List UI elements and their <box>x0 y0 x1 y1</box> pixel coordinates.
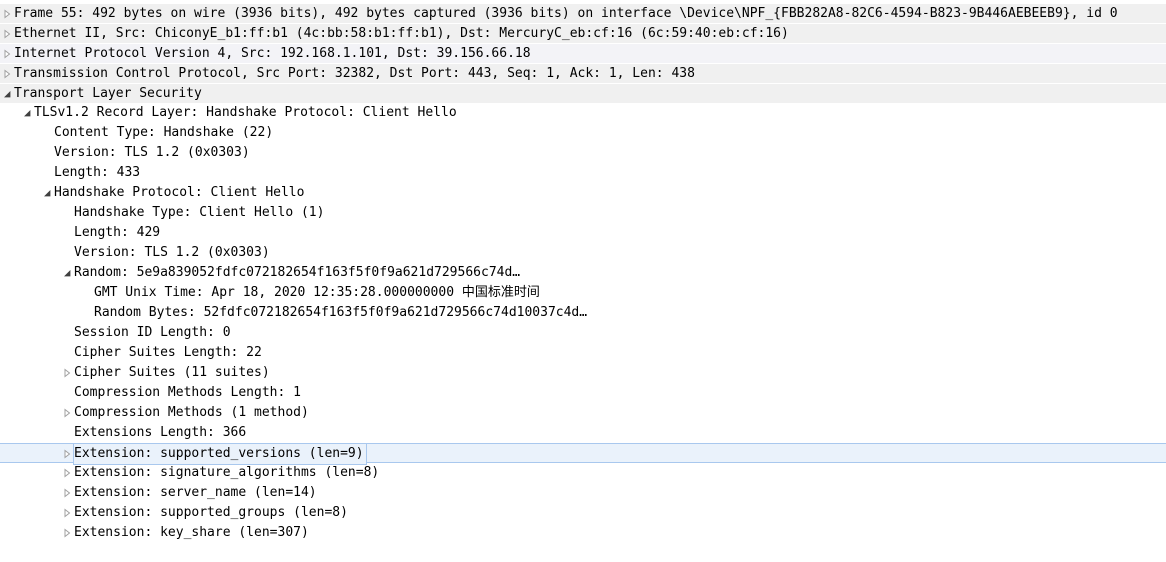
tree-row-label: Version: TLS 1.2 (0x0303) <box>74 245 270 260</box>
tree-row-label: Transmission Control Protocol, Src Port:… <box>14 66 695 81</box>
chevron-right-icon[interactable] <box>61 444 73 464</box>
chevron-down-icon[interactable] <box>1 84 13 104</box>
tree-row[interactable]: Internet Protocol Version 4, Src: 192.16… <box>0 43 1166 63</box>
tree-row[interactable]: Frame 55: 492 bytes on wire (3936 bits),… <box>0 3 1166 23</box>
tree-row[interactable]: Version: TLS 1.2 (0x0303) <box>0 243 1166 263</box>
tree-row[interactable]: Extension: server_name (len=14) <box>0 483 1166 503</box>
tree-row[interactable]: Version: TLS 1.2 (0x0303) <box>0 143 1166 163</box>
tree-row-label: Extensions Length: 366 <box>74 425 247 440</box>
tree-row-label: Extension: supported_groups (len=8) <box>74 505 348 520</box>
tree-row-label: Version: TLS 1.2 (0x0303) <box>54 145 250 160</box>
tree-row[interactable]: Extension: signature_algorithms (len=8) <box>0 463 1166 483</box>
tree-row[interactable]: Content Type: Handshake (22) <box>0 123 1166 143</box>
tree-row[interactable]: Extension: supported_groups (len=8) <box>0 503 1166 523</box>
tree-row-label: Content Type: Handshake (22) <box>54 125 274 140</box>
tree-row-label: Internet Protocol Version 4, Src: 192.16… <box>14 46 531 61</box>
tree-row[interactable]: Random: 5e9a839052fdfc072182654f163f5f0f… <box>0 263 1166 283</box>
tree-row[interactable]: Compression Methods (1 method) <box>0 403 1166 423</box>
tree-row-label: Transport Layer Security <box>14 86 202 101</box>
chevron-down-icon[interactable] <box>41 183 53 203</box>
tree-row[interactable]: Cipher Suites Length: 22 <box>0 343 1166 363</box>
chevron-right-icon[interactable] <box>1 44 13 64</box>
tree-row-label: Length: 429 <box>74 225 161 240</box>
chevron-right-icon[interactable] <box>61 403 73 423</box>
tree-row-label: Handshake Protocol: Client Hello <box>54 185 305 200</box>
tree-row-label: TLSv1.2 Record Layer: Handshake Protocol… <box>34 105 457 120</box>
tree-row-label: Cipher Suites Length: 22 <box>74 345 262 360</box>
tree-row[interactable]: Length: 429 <box>0 223 1166 243</box>
tree-row[interactable]: Length: 433 <box>0 163 1166 183</box>
tree-row[interactable]: Ethernet II, Src: ChiconyE_b1:ff:b1 (4c:… <box>0 23 1166 43</box>
tree-row[interactable]: Handshake Type: Client Hello (1) <box>0 203 1166 223</box>
chevron-right-icon[interactable] <box>61 363 73 383</box>
tree-row-label: Extension: signature_algorithms (len=8) <box>74 465 380 480</box>
tree-row[interactable]: Session ID Length: 0 <box>0 323 1166 343</box>
tree-row-label: Frame 55: 492 bytes on wire (3936 bits),… <box>14 6 1118 21</box>
tree-row[interactable]: Extensions Length: 366 <box>0 423 1166 443</box>
chevron-right-icon[interactable] <box>61 503 73 523</box>
packet-details-tree[interactable]: Frame 55: 492 bytes on wire (3936 bits),… <box>0 3 1166 543</box>
tree-row[interactable]: Compression Methods Length: 1 <box>0 383 1166 403</box>
chevron-down-icon[interactable] <box>21 103 33 123</box>
chevron-right-icon[interactable] <box>61 523 73 543</box>
chevron-right-icon[interactable] <box>1 24 13 44</box>
tree-row[interactable]: Extension: key_share (len=307) <box>0 523 1166 543</box>
tree-row-label: Compression Methods (1 method) <box>74 405 309 420</box>
tree-row-label: Compression Methods Length: 1 <box>74 385 301 400</box>
chevron-right-icon[interactable] <box>1 64 13 84</box>
tree-row-label: GMT Unix Time: Apr 18, 2020 12:35:28.000… <box>94 285 540 300</box>
tree-row[interactable]: TLSv1.2 Record Layer: Handshake Protocol… <box>0 103 1166 123</box>
tree-row[interactable]: GMT Unix Time: Apr 18, 2020 12:35:28.000… <box>0 283 1166 303</box>
tree-row-label: Cipher Suites (11 suites) <box>74 365 270 380</box>
tree-row[interactable]: Cipher Suites (11 suites) <box>0 363 1166 383</box>
tree-row[interactable]: Extension: supported_versions (len=9) <box>0 443 1166 465</box>
chevron-down-icon[interactable] <box>61 263 73 283</box>
tree-row-label: Length: 433 <box>54 165 141 180</box>
tree-row-label: Ethernet II, Src: ChiconyE_b1:ff:b1 (4c:… <box>14 26 789 41</box>
tree-row-label: Session ID Length: 0 <box>74 325 231 340</box>
tree-row[interactable]: Handshake Protocol: Client Hello <box>0 183 1166 203</box>
tree-row[interactable]: Transmission Control Protocol, Src Port:… <box>0 63 1166 83</box>
tree-row-label: Random: 5e9a839052fdfc072182654f163f5f0f… <box>74 265 521 280</box>
chevron-right-icon[interactable] <box>1 4 13 24</box>
tree-row[interactable]: Random Bytes: 52fdfc072182654f163f5f0f9a… <box>0 303 1166 323</box>
chevron-right-icon[interactable] <box>61 483 73 503</box>
tree-row-label: Handshake Type: Client Hello (1) <box>74 205 325 220</box>
tree-row-label: Random Bytes: 52fdfc072182654f163f5f0f9a… <box>94 305 588 320</box>
tree-row-label: Extension: key_share (len=307) <box>74 525 309 540</box>
chevron-right-icon[interactable] <box>61 463 73 483</box>
tree-row-label: Extension: supported_versions (len=9) <box>73 443 367 465</box>
tree-row-label: Extension: server_name (len=14) <box>74 485 317 500</box>
tree-row[interactable]: Transport Layer Security <box>0 83 1166 103</box>
